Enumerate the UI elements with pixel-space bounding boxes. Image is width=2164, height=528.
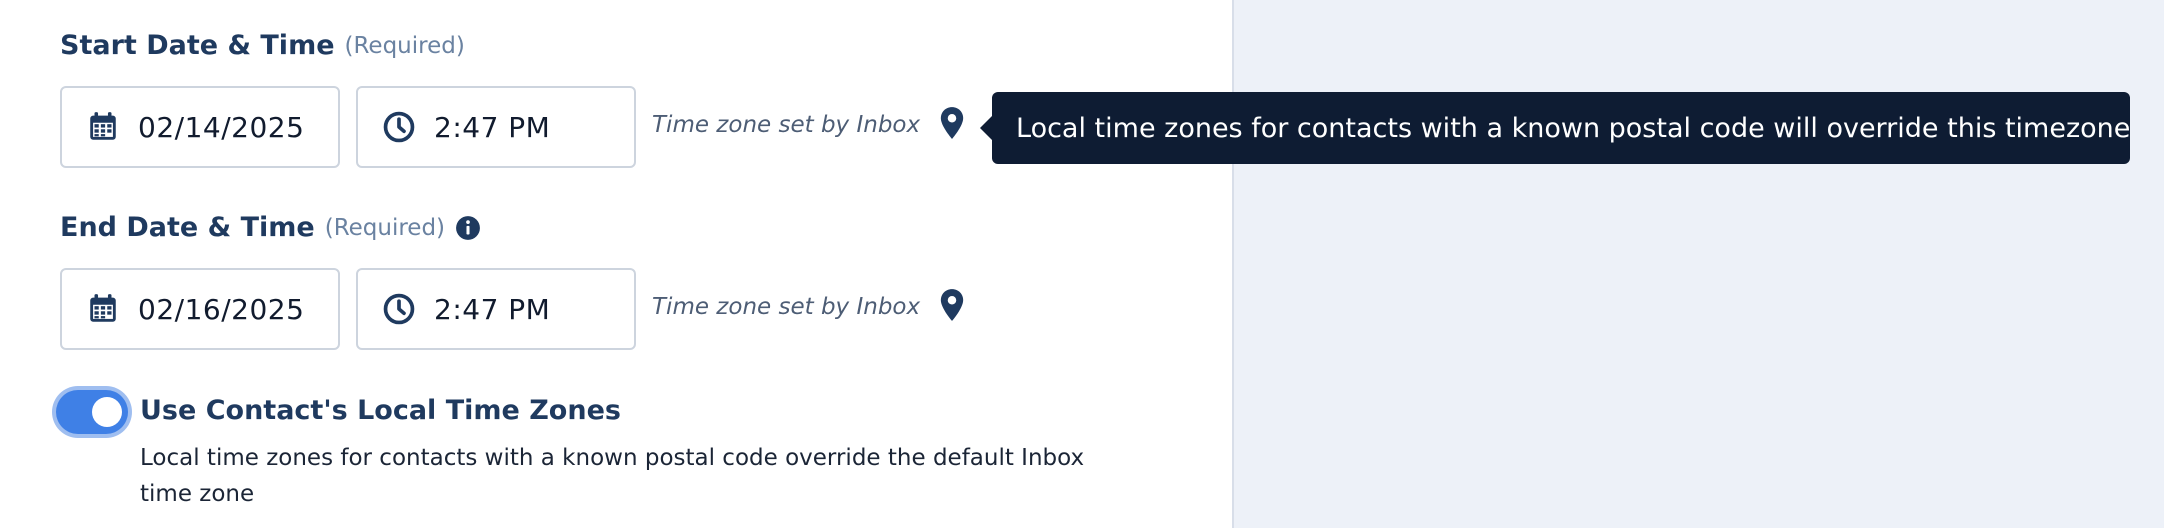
clock-icon bbox=[383, 293, 415, 325]
end-datetime-label-row: End Date & Time (Required) bbox=[60, 212, 481, 243]
info-icon[interactable] bbox=[455, 215, 481, 241]
start-datetime-label: Start Date & Time bbox=[60, 30, 335, 61]
local-timezones-description: Local time zones for contacts with a kno… bbox=[140, 445, 1085, 507]
start-time-field[interactable]: 2:47 PM bbox=[356, 86, 636, 168]
toggle-knob bbox=[92, 397, 122, 427]
start-time-value: 2:47 PM bbox=[434, 110, 551, 144]
local-timezones-title: Use Contact's Local Time Zones bbox=[140, 395, 621, 426]
start-datetime-label-row: Start Date & Time (Required) bbox=[60, 30, 465, 61]
map-pin-icon[interactable] bbox=[939, 106, 965, 140]
end-date-field[interactable]: 02/16/2025 bbox=[60, 268, 340, 350]
end-time-field[interactable]: 2:47 PM bbox=[356, 268, 636, 350]
tooltip-text: Local time zones for contacts with a kno… bbox=[1016, 112, 2131, 144]
local-timezones-toggle[interactable] bbox=[56, 390, 128, 434]
start-required-note: (Required) bbox=[344, 32, 465, 59]
calendar-icon bbox=[90, 294, 116, 322]
start-date-value: 02/14/2025 bbox=[138, 110, 305, 144]
end-timezone-note: Time zone set by Inbox bbox=[652, 294, 921, 320]
map-pin-icon[interactable] bbox=[939, 288, 965, 322]
calendar-icon bbox=[90, 112, 116, 140]
clock-icon bbox=[383, 111, 415, 143]
end-time-value: 2:47 PM bbox=[434, 292, 551, 326]
end-required-note: (Required) bbox=[324, 214, 446, 241]
timezone-tooltip: Local time zones for contacts with a kno… bbox=[980, 92, 2131, 164]
start-date-field[interactable]: 02/14/2025 bbox=[60, 86, 340, 168]
schedule-form: Start Date & Time (Required) 02/14/2025 bbox=[0, 0, 2164, 528]
start-timezone-note: Time zone set by Inbox bbox=[652, 112, 921, 138]
end-datetime-label: End Date & Time bbox=[60, 212, 315, 243]
end-date-value: 02/16/2025 bbox=[138, 292, 305, 326]
form-panel: Start Date & Time (Required) 02/14/2025 bbox=[0, 0, 1232, 528]
right-side-panel bbox=[1232, 0, 2164, 528]
